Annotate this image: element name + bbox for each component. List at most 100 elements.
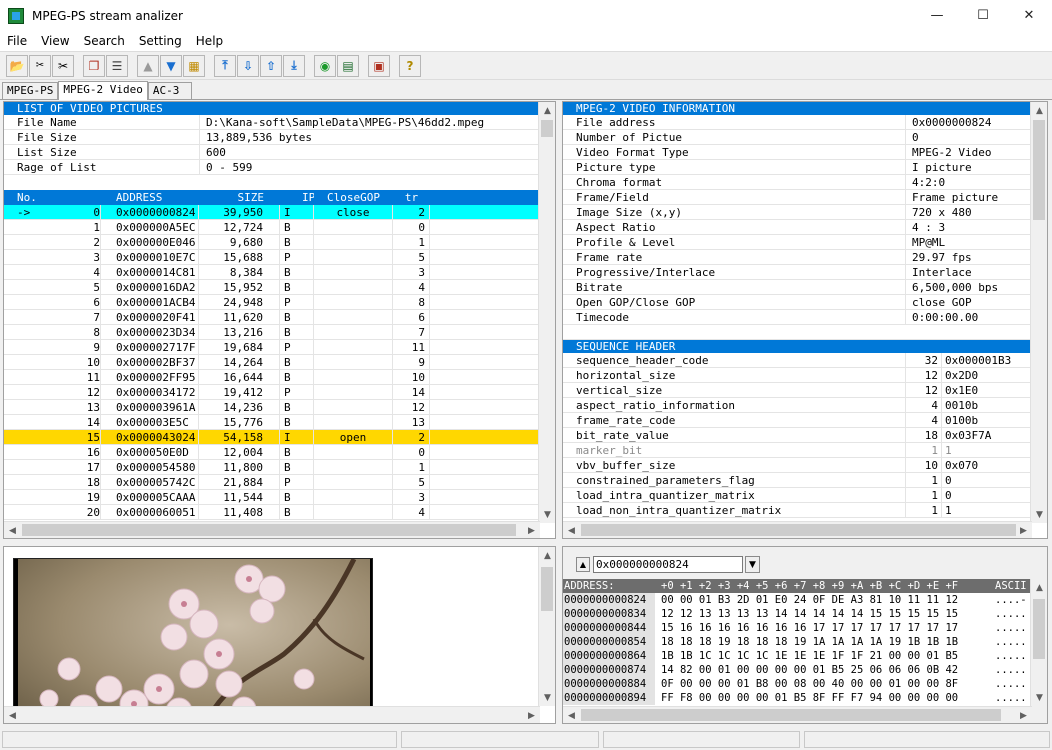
maximize-button[interactable]: ☐ — [960, 0, 1006, 31]
preview-vertical-scrollbar[interactable]: ▲ ▼ — [538, 547, 555, 706]
tab-mpeg-ps[interactable]: MPEG-PS — [2, 82, 59, 99]
picture-row[interactable]: 9 0x000002717F 19,684 P 11 — [4, 340, 555, 355]
jump-up-icon[interactable]: ⇧ — [260, 54, 282, 77]
help-icon[interactable]: ? — [399, 54, 421, 77]
picture-row[interactable]: 19 0x000005CAAA 11,544 B 3 — [4, 490, 555, 505]
grid-icon[interactable]: ▦ — [183, 54, 205, 77]
down-triangle-icon[interactable]: ▼ — [160, 54, 182, 77]
hex-row: 0000000000894 FF F8 00 00 00 00 01 B5 8F … — [563, 691, 1032, 705]
row-number: 1 — [93, 221, 100, 234]
close-button[interactable]: ✕ — [1006, 0, 1052, 31]
picture-row[interactable]: 2 0x000000E046 9,680 B 1 — [4, 235, 555, 250]
video-info-row: Chroma format 4:2:0 — [563, 175, 1047, 190]
picture-closegop — [314, 370, 393, 384]
report-icon[interactable]: ▣ — [368, 54, 390, 77]
picture-row[interactable]: 7 0x0000020F41 11,620 B 6 — [4, 310, 555, 325]
list-vscroll-thumb[interactable] — [541, 120, 553, 137]
hex-ascii: ..... — [995, 650, 1027, 662]
hex-hscroll-thumb[interactable] — [581, 709, 1001, 721]
sequence-header-row: constrained_parameters_flag 1 0 — [563, 473, 1047, 488]
hex-bytes: 00 00 01 B3 2D 01 E0 24 0F DE A3 81 10 1… — [661, 594, 959, 606]
picture-row[interactable]: 12 0x0000034172 19,412 P 14 — [4, 385, 555, 400]
hex-view[interactable]: ADDRESS: +0 +1 +2 +3 +4 +5 +6 +7 +8 +9 +… — [563, 579, 1032, 706]
jump-top-icon[interactable]: ⤒ — [214, 54, 236, 77]
picture-row[interactable]: 5 0x0000016DA2 15,952 B 4 — [4, 280, 555, 295]
picture-size: 11,800 — [199, 460, 280, 474]
picture-row[interactable]: -> 0 0x0000000824 39,950 Iclose 2 — [4, 205, 555, 220]
hex-vertical-scrollbar[interactable]: ▲ ▼ — [1030, 579, 1047, 706]
field-value: 0x000001B3 — [945, 354, 1012, 367]
hex-horizontal-scrollbar[interactable]: ◀ ▶ — [563, 706, 1032, 723]
picture-row[interactable]: 17 0x0000054580 11,800 B 1 — [4, 460, 555, 475]
picture-row[interactable]: 3 0x0000010E7C 15,688 P 5 — [4, 250, 555, 265]
menu-setting[interactable]: Setting — [132, 34, 189, 48]
hex-vscroll-thumb[interactable] — [1033, 599, 1045, 659]
picture-row[interactable]: 4 0x0000014C81 8,384 B 3 — [4, 265, 555, 280]
picture-type: B — [280, 265, 314, 279]
video-info-value: 4:2:0 — [912, 176, 946, 189]
table-icon[interactable]: ▤ — [337, 54, 359, 77]
jump-bottom-icon[interactable]: ⤓ — [283, 54, 305, 77]
menu-search[interactable]: Search — [77, 34, 132, 48]
picture-row[interactable]: 18 0x000005742C 21,884 P 5 — [4, 475, 555, 490]
picture-no: 16 — [4, 445, 101, 459]
menu-view[interactable]: View — [34, 34, 76, 48]
picture-closegop — [314, 280, 393, 294]
jump-down-icon[interactable]: ⇩ — [237, 54, 259, 77]
preview-horizontal-scrollbar[interactable]: ◀ ▶ — [4, 706, 540, 723]
video-info-row: Profile & Level MP@ML — [563, 235, 1047, 250]
picture-row[interactable]: 15 0x0000043024 54,158 Iopen 2 — [4, 430, 555, 445]
address-dropdown-button[interactable]: ▼ — [745, 556, 760, 573]
picture-no: 19 — [4, 490, 101, 504]
field-name: horizontal_size — [563, 368, 906, 382]
picture-tr: 1 — [393, 235, 430, 249]
list-vertical-scrollbar[interactable]: ▲ ▼ — [538, 102, 555, 523]
hex-row: 0000000000824 00 00 01 B3 2D 01 E0 24 0F … — [563, 593, 1032, 607]
play-icon[interactable]: ◉ — [314, 54, 336, 77]
picture-row[interactable]: 8 0x0000023D34 13,216 B 7 — [4, 325, 555, 340]
info-vertical-scrollbar[interactable]: ▲ ▼ — [1030, 102, 1047, 523]
picture-row[interactable]: 13 0x000003961A 14,236 B 12 — [4, 400, 555, 415]
video-info-row: Frame rate 29.97 fps — [563, 250, 1047, 265]
info-vscroll-thumb[interactable] — [1033, 120, 1045, 220]
picture-row[interactable]: 10 0x000002BF37 14,264 B 9 — [4, 355, 555, 370]
list-hscroll-thumb[interactable] — [22, 524, 516, 536]
address-input[interactable] — [593, 556, 743, 573]
picture-size: 8,384 — [199, 265, 280, 279]
picture-type: B — [280, 220, 314, 234]
picture-row[interactable]: 11 0x000002FF95 16,644 B 10 — [4, 370, 555, 385]
open-folder-icon[interactable]: 📂 — [6, 54, 28, 77]
up-triangle-icon[interactable]: ▲ — [137, 54, 159, 77]
tab-mpeg2-video[interactable]: MPEG-2 Video — [58, 81, 148, 100]
picture-address: 0x0000043024 — [101, 430, 199, 444]
picture-row[interactable]: 14 0x000003E5C 15,776 B 13 — [4, 415, 555, 430]
info-hscroll-thumb[interactable] — [581, 524, 1016, 536]
video-info-row: Number of Pictue 0 — [563, 130, 1047, 145]
menu-help[interactable]: Help — [189, 34, 230, 48]
video-info-row: Image Size (x,y) 720 x 480 — [563, 205, 1047, 220]
copy-icon[interactable]: ❐ — [83, 54, 105, 77]
picture-row[interactable]: 20 0x0000060051 11,408 B 4 — [4, 505, 555, 520]
list-horizontal-scrollbar[interactable]: ◀ ▶ — [4, 521, 540, 538]
address-prev-button[interactable]: ▲ — [576, 557, 590, 572]
list-info-row: File Name D:\Kana-soft\SampleData\MPEG-PS… — [4, 115, 555, 130]
video-info-key: Chroma format — [563, 175, 906, 189]
picture-type: B — [280, 235, 314, 249]
picture-tr: 8 — [393, 295, 430, 309]
info-horizontal-scrollbar[interactable]: ◀ ▶ — [563, 521, 1032, 538]
video-info-value: close GOP — [912, 296, 972, 309]
picture-table[interactable]: No.ADDRESSSIZEIPBCloseGOPtr->00x00000008… — [4, 190, 555, 520]
field-bits: 12 — [906, 383, 942, 397]
cut-file-icon[interactable]: ✂ — [29, 54, 51, 77]
preview-vscroll-thumb[interactable] — [541, 567, 553, 611]
video-info-row: Open GOP/Close GOP close GOP — [563, 295, 1047, 310]
status-bar — [0, 729, 1052, 750]
picture-row[interactable]: 6 0x000001ACB4 24,948 P 8 — [4, 295, 555, 310]
tab-ac3[interactable]: AC-3 — [147, 82, 193, 99]
scissors-icon[interactable]: ✂ — [52, 54, 74, 77]
minimize-button[interactable]: — — [914, 0, 960, 31]
menu-file[interactable]: File — [0, 34, 34, 48]
picture-row[interactable]: 1 0x000000A5EC 12,724 B 0 — [4, 220, 555, 235]
list-icon[interactable]: ☰ — [106, 54, 128, 77]
picture-row[interactable]: 16 0x000050E0D 12,004 B 0 — [4, 445, 555, 460]
